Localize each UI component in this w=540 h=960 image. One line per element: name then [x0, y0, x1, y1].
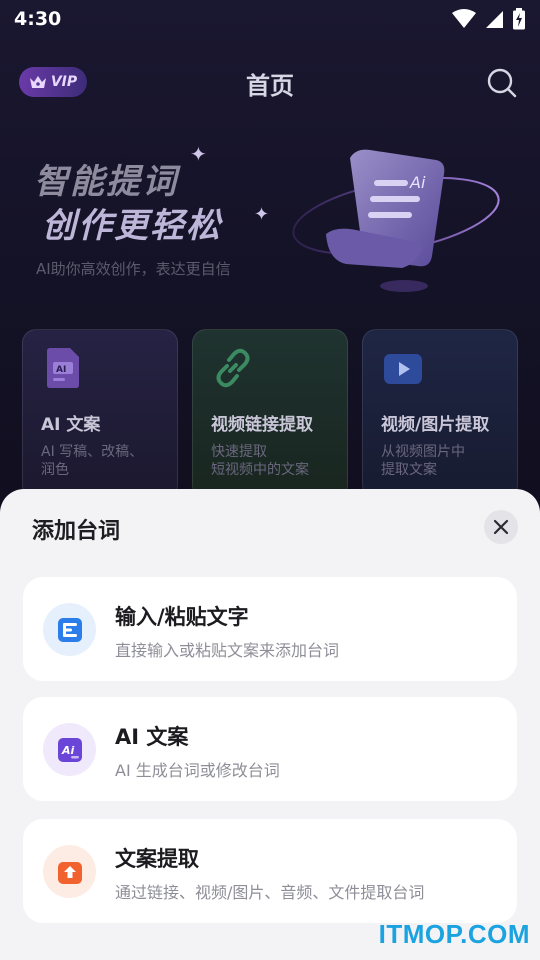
- option-icon-bg: Ai: [43, 723, 96, 776]
- card-desc: 快速提取 短视频中的文案: [211, 444, 309, 478]
- link-icon: [216, 348, 250, 388]
- card-video-link-extract[interactable]: 视频链接提取 快速提取 短视频中的文案: [192, 329, 348, 499]
- battery-icon: [513, 8, 525, 30]
- hero-subtitle: AI助你高效创作，表达更自信: [36, 260, 231, 278]
- text-input-icon: [57, 617, 82, 642]
- add-lines-sheet: 添加台词 输入/粘贴文字 直接输入或粘贴文案来添加台词 Ai AI 文案 AI …: [0, 489, 540, 960]
- option-icon-bg: [43, 603, 96, 656]
- status-bar: 4:30: [0, 0, 540, 38]
- status-icons: [452, 8, 526, 30]
- extract-upload-icon: [57, 861, 82, 884]
- card-title: 视频/图片提取: [381, 415, 490, 435]
- feature-cards: AI AI 文案 AI 写稿、改稿、 润色 视频链接提取 快速提取 短视频中的文…: [22, 329, 518, 499]
- option-title: AI 文案: [115, 725, 189, 749]
- option-desc: 直接输入或粘贴文案来添加台词: [115, 641, 340, 660]
- video-play-icon: [384, 354, 422, 384]
- hero-banner: 智能提词 创作更轻松 ✦ ✦ AI助你高效创作，表达更自信 Ai: [0, 130, 540, 300]
- option-icon-bg: [43, 845, 96, 898]
- scroll-ai-label: Ai: [409, 173, 426, 192]
- sparkle-icon: ✦: [190, 142, 207, 166]
- status-time: 4:30: [14, 8, 62, 30]
- close-icon: [493, 519, 509, 535]
- hero-headline-2: 创作更轻松: [42, 206, 222, 246]
- option-input-paste-text[interactable]: 输入/粘贴文字 直接输入或粘贴文案来添加台词: [23, 577, 517, 681]
- card-title: 视频链接提取: [211, 415, 313, 435]
- close-button[interactable]: [484, 510, 518, 544]
- home-screen: 4:30 VIP 首页 智能提词 创作更轻松 ✦ ✦ AI助你高效创作，表达更自…: [0, 0, 540, 960]
- app-bar: VIP 首页: [0, 58, 540, 106]
- search-icon[interactable]: [486, 67, 518, 99]
- ai-document-icon: AI: [47, 348, 79, 388]
- option-ai-copywriting[interactable]: Ai AI 文案 AI 生成台词或修改台词: [23, 697, 517, 801]
- option-desc: 通过链接、视频/图片、音频、文件提取台词: [115, 883, 425, 902]
- sparkle-icon: ✦: [254, 204, 270, 225]
- wifi-icon: [452, 9, 476, 28]
- option-copy-extract[interactable]: 文案提取 通过链接、视频/图片、音频、文件提取台词: [23, 819, 517, 923]
- watermark-logo: ITMOP.COM: [378, 919, 530, 949]
- sheet-title: 添加台词: [32, 519, 121, 544]
- page-title: 首页: [246, 72, 294, 100]
- signal-icon: [486, 11, 503, 28]
- card-desc: AI 写稿、改稿、 润色: [41, 444, 144, 478]
- card-ai-copywriting[interactable]: AI AI 文案 AI 写稿、改稿、 润色: [22, 329, 178, 499]
- hero-headline-1: 智能提词: [34, 162, 178, 202]
- card-desc: 从视频图片中 提取文案: [381, 444, 465, 478]
- svg-text:Ai: Ai: [61, 744, 75, 757]
- ai-icon: Ai: [57, 737, 82, 762]
- option-title: 输入/粘贴文字: [115, 605, 249, 629]
- svg-text:AI: AI: [56, 365, 66, 375]
- option-desc: AI 生成台词或修改台词: [115, 761, 280, 780]
- card-video-image-extract[interactable]: 视频/图片提取 从视频图片中 提取文案: [362, 329, 518, 499]
- option-title: 文案提取: [115, 847, 199, 871]
- card-title: AI 文案: [41, 415, 101, 435]
- scroll-illustration: Ai: [292, 149, 500, 292]
